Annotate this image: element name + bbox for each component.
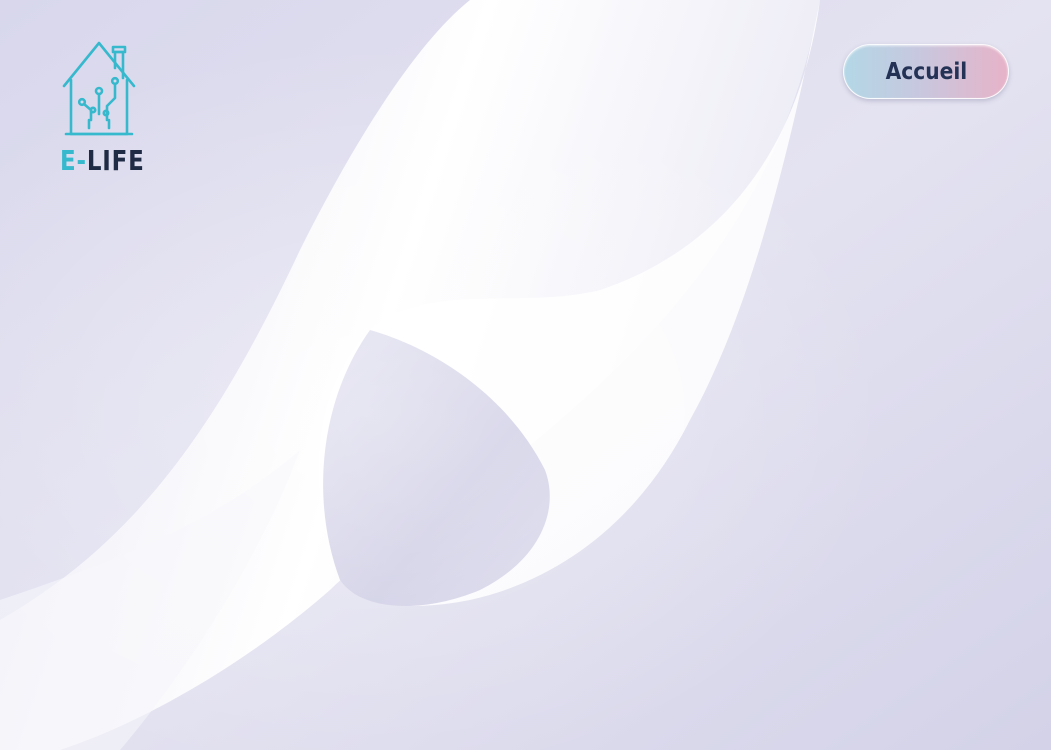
background-wave: [0, 0, 1051, 750]
brand-name: E-LIFE: [60, 146, 145, 176]
brand-name-suffix: LIFE: [86, 144, 145, 177]
brand-name-prefix: E-: [60, 144, 87, 177]
smart-house-icon: [62, 41, 136, 136]
brand-logo[interactable]: E-LIFE: [58, 38, 144, 178]
home-button[interactable]: Accueil: [843, 44, 1009, 99]
home-button-label: Accueil: [885, 58, 967, 85]
